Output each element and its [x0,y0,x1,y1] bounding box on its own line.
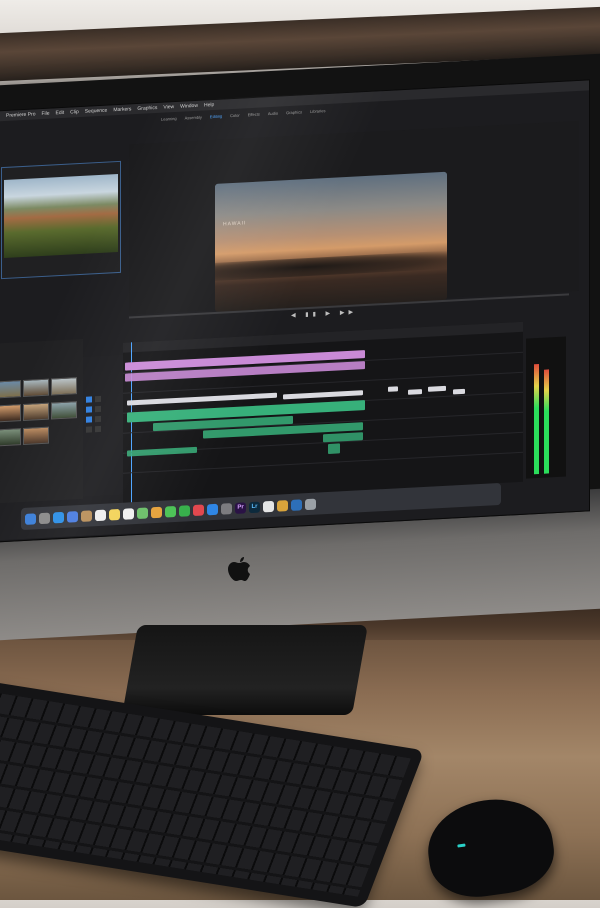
notes-icon[interactable] [109,508,120,520]
pen-tool-icon[interactable] [95,416,101,422]
tab-assembly[interactable]: Assembly [185,115,202,121]
selection-tool-icon[interactable] [86,396,92,402]
media-thumbnail[interactable] [23,379,49,397]
audio-clip[interactable] [127,447,197,457]
photos-icon[interactable] [151,506,162,518]
menu-edit[interactable]: Edit [56,110,65,116]
tab-libraries[interactable]: Libraries [310,108,325,114]
menu-view[interactable]: View [163,104,174,111]
maps-icon[interactable] [137,507,148,519]
preferences-icon[interactable] [221,503,232,515]
program-overlay-title: HAWAII [223,220,246,227]
launchpad-icon[interactable] [39,512,50,524]
menu-help[interactable]: Help [204,102,214,109]
track-divider [123,452,523,474]
chrome-icon[interactable] [263,500,274,512]
apple-logo-icon [226,555,252,585]
sequence-timeline[interactable] [123,322,523,503]
title-clip[interactable] [127,393,277,406]
menu-sequence[interactable]: Sequence [85,108,108,115]
menu-markers[interactable]: Markers [113,106,131,113]
hand-tool-icon[interactable] [86,426,92,432]
video-clip[interactable] [328,443,340,454]
appstore-icon[interactable] [207,503,218,515]
premiere-icon[interactable]: Pr [235,502,246,514]
tab-editing[interactable]: Editing [210,114,222,120]
slip-tool-icon[interactable] [86,416,92,422]
source-preview-image [4,174,118,258]
menu-file[interactable]: File [41,111,49,117]
imac-stand [122,625,368,715]
audio-meters [526,337,566,479]
track-select-tool-icon[interactable] [95,396,101,402]
menu-window[interactable]: Window [180,103,198,110]
messages-icon[interactable] [165,505,176,517]
program-preview-image [215,172,447,312]
downloads-icon[interactable] [291,499,302,511]
calendar-icon[interactable] [95,509,106,521]
tab-audio[interactable]: Audio [268,111,278,117]
type-tool-icon[interactable] [95,426,101,432]
title-clip[interactable] [408,389,422,395]
tab-graphics[interactable]: Graphics [286,109,302,115]
finder-icon[interactable] [25,513,36,525]
meter-right [544,369,549,473]
safari-icon[interactable] [53,511,64,523]
media-thumbnail[interactable] [0,380,21,398]
menu-clip[interactable]: Clip [70,109,79,115]
reminders-icon[interactable] [123,508,134,520]
title-clip[interactable] [283,390,363,399]
project-panel [0,339,83,504]
program-monitor[interactable]: HAWAII [129,121,579,315]
folder-icon[interactable] [277,500,288,512]
meter-left [534,364,539,474]
source-monitor[interactable] [1,161,121,279]
ripple-edit-tool-icon[interactable] [86,406,92,412]
contacts-icon[interactable] [81,510,92,522]
media-thumbnail[interactable] [23,427,49,445]
mail-icon[interactable] [67,511,78,523]
media-thumbnail[interactable] [0,404,21,422]
menu-graphics[interactable]: Graphics [137,105,157,112]
tools-panel [83,355,123,497]
mouse-indicator-light [457,843,465,847]
tab-color[interactable]: Color [230,113,240,119]
tab-learning[interactable]: Learning [161,116,177,122]
title-clip[interactable] [428,386,446,392]
media-thumbnail[interactable] [0,428,21,446]
timeline-ruler[interactable] [123,322,523,353]
lightroom-icon[interactable]: Lr [249,501,260,513]
title-clip[interactable] [453,389,465,395]
trash-icon[interactable] [305,498,316,510]
media-thumbnail[interactable] [51,401,77,419]
facetime-icon[interactable] [179,505,190,517]
transport-controls[interactable]: ◀ ▮▮ ▶ ▶▶ [291,308,357,318]
title-clip[interactable] [388,386,398,392]
media-thumbnail[interactable] [51,377,77,395]
media-thumbnail[interactable] [23,403,49,421]
tab-effects[interactable]: Effects [248,112,260,118]
itunes-icon[interactable] [193,504,204,516]
menu-app[interactable]: Premiere Pro [6,111,35,119]
razor-tool-icon[interactable] [95,406,101,412]
editor-screen: ● Premiere Pro File Edit Clip Sequence M… [0,79,590,542]
